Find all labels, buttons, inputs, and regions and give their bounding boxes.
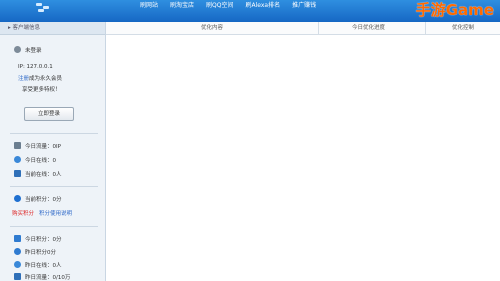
login-button[interactable]: 立即登录 [24,107,74,121]
register-link[interactable]: 注册 [18,74,29,82]
today-online: 今日在线：0 [25,157,56,164]
today-points-row: 今日积分：0分 [14,234,62,243]
top-nav: 刷网站 刷淘宝店 刷QQ空间 刷Alexa排名 推广赚钱 [140,0,316,12]
user-status: 未登录 [25,47,42,54]
divider [10,133,98,134]
column-header-content: 优化内容 [201,25,224,31]
buy-points-link[interactable]: 购买积分 [12,209,34,217]
today-traffic: 今日流量：0IP [25,143,61,150]
divider [10,226,98,227]
register-text: 成为永久会员 [29,75,63,82]
today-points: 今日积分：0分 [25,236,62,243]
points-links-row: 购买积分 积分使用说明 [12,208,72,217]
ip-text: IP: 127.0.0.1 [18,63,53,70]
nav-item-promote[interactable]: 推广赚钱 [292,0,316,12]
traffic-icon [14,273,21,280]
yesterday-online: 昨日在线：0人 [25,262,62,269]
logo-icon [36,3,50,12]
current-online: 当前在线：0人 [25,171,62,178]
column-header-progress: 今日优化进度 [352,25,386,31]
sidebar-header-label: 客户端信息 [12,25,41,31]
points-icon [14,248,21,255]
nav-item-qzone[interactable]: 刷QQ空间 [206,0,233,12]
column-header-control: 优化控制 [452,25,475,31]
clock-icon [14,261,21,268]
today-online-row: 今日在线：0 [14,155,56,164]
user-icon [14,46,21,53]
yesterday-online-row: 昨日在线：0人 [14,260,62,269]
calendar-icon [14,235,21,242]
traffic-icon [14,142,21,149]
column-divider [425,22,426,34]
current-points-row: 当前积分：0分 [14,194,62,203]
today-traffic-row: 今日流量：0IP [14,141,61,150]
points-usage-link[interactable]: 积分使用说明 [39,209,72,217]
column-divider [318,22,319,34]
user-status-row: 未登录 [14,45,42,54]
info-icon [14,195,21,202]
top-bar: 刷网站 刷淘宝店 刷QQ空间 刷Alexa排名 推广赚钱 手游Game [0,0,500,22]
current-points: 当前积分：0分 [25,196,62,203]
privilege-text: 享受更多特权！ [22,86,61,93]
nav-item-website[interactable]: 刷网站 [140,0,158,12]
yesterday-traffic-row: 昨日流量：0/10万 [14,272,70,281]
divider [10,186,98,187]
register-row: 注册 成为永久会员 [18,73,62,82]
online-users-icon [14,170,21,177]
nav-item-alexa[interactable]: 刷Alexa排名 [245,0,280,12]
yesterday-points-row: 昨日积分0分 [14,247,56,256]
brand-watermark: 手游Game [415,1,494,19]
table-header: 优化内容 今日优化进度 优化控制 [106,22,500,35]
yesterday-points: 昨日积分0分 [25,249,56,256]
current-online-row: 当前在线：0人 [14,169,62,178]
nav-item-taobao[interactable]: 刷淘宝店 [170,0,194,12]
clock-icon [14,156,21,163]
yesterday-traffic: 昨日流量：0/10万 [25,274,71,281]
sidebar-header: ▸ 客户端信息 [0,22,105,35]
